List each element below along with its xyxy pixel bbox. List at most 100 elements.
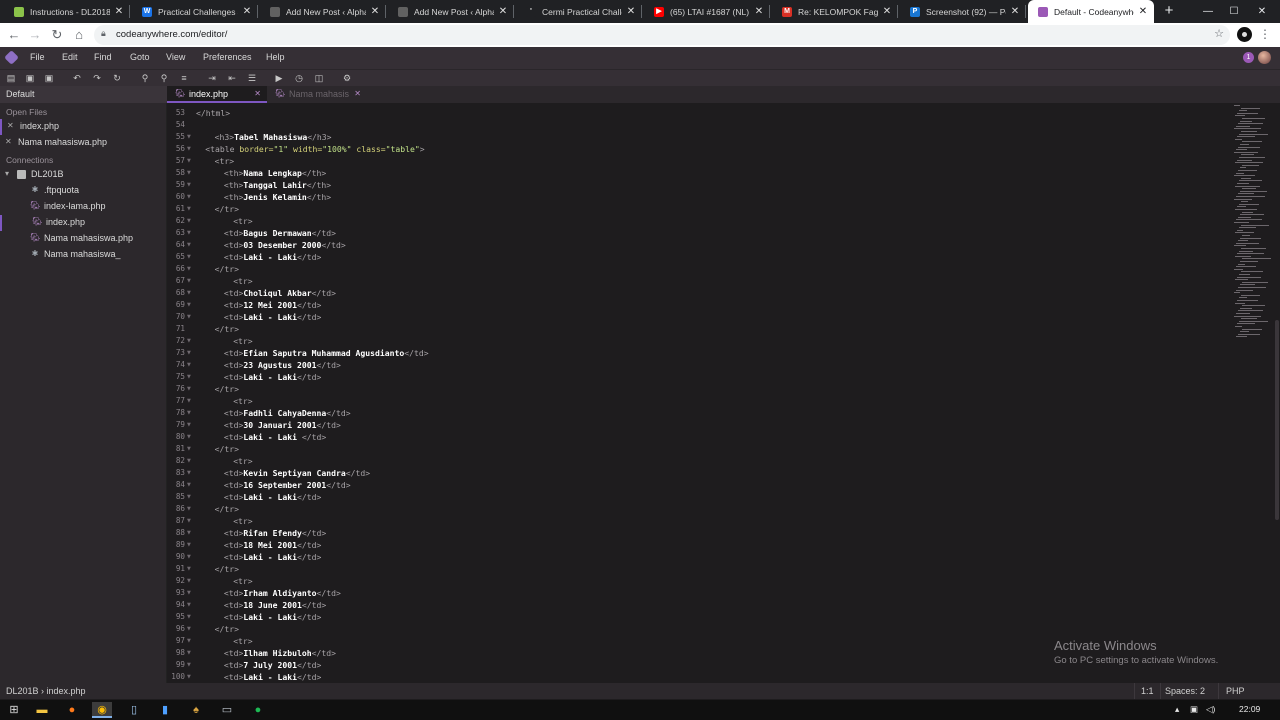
window-close-button[interactable]: ✕ xyxy=(1250,0,1274,23)
code-line[interactable]: <td>Choliqul Akbar</td> xyxy=(224,288,336,298)
code-line[interactable]: <td>18 June 2001</td> xyxy=(224,600,326,610)
fold-chevron-icon[interactable]: ▼ xyxy=(187,650,191,656)
code-line[interactable]: <tr> xyxy=(233,456,253,466)
close-icon[interactable]: ✕ xyxy=(370,6,380,17)
network-app-icon[interactable]: ▭ xyxy=(217,702,237,718)
code-line[interactable]: <td>Irham Aldiyanto</td> xyxy=(224,588,341,598)
fold-chevron-icon[interactable]: ▼ xyxy=(187,434,191,440)
tree-file[interactable]: ✱ .ftpquota xyxy=(0,183,166,199)
code-line[interactable]: <td>03 Desember 2000</td> xyxy=(224,240,346,250)
fold-chevron-icon[interactable]: ▼ xyxy=(187,290,191,296)
document-icon[interactable]: ▮ xyxy=(155,702,175,718)
close-icon[interactable]: ✕ xyxy=(498,6,508,17)
fold-chevron-icon[interactable]: ▼ xyxy=(187,182,191,188)
cursor-position[interactable]: 1:1 xyxy=(1141,686,1154,696)
minimap[interactable] xyxy=(1232,103,1272,363)
code-line[interactable]: <tr> xyxy=(233,336,253,346)
fold-chevron-icon[interactable]: ▼ xyxy=(187,242,191,248)
code-line[interactable]: <tr> xyxy=(233,276,253,286)
tree-root-dl201b[interactable]: ▾ DL201B xyxy=(0,167,166,183)
close-icon[interactable]: ✕ xyxy=(7,121,14,130)
history-icon[interactable]: ◷ xyxy=(293,72,305,84)
indent-setting[interactable]: Spaces: 2 xyxy=(1165,686,1205,696)
code-line[interactable]: </tr> xyxy=(215,624,239,634)
code-line[interactable]: <td>23 Agustus 2001</td> xyxy=(224,360,341,370)
browser-tab[interactable]: W Practical Challenges #2 ✕ xyxy=(132,0,258,23)
browser-tab[interactable]: ▶ (65) LTAI #1687 (NL) Si ✕ xyxy=(644,0,770,23)
close-icon[interactable]: ✕ xyxy=(5,137,12,146)
open-file-nama-mahasiswa[interactable]: ✕ Nama mahasiswa.php xyxy=(0,135,166,151)
fold-chevron-icon[interactable]: ▼ xyxy=(187,230,191,236)
fold-chevron-icon[interactable]: ▼ xyxy=(187,578,191,584)
code-line[interactable]: <tr> xyxy=(233,516,253,526)
forward-icon[interactable]: → xyxy=(26,26,44,44)
code-line[interactable]: <td>Laki - Laki</td> xyxy=(224,672,321,682)
save-icon[interactable]: ▣ xyxy=(24,72,36,84)
maximize-button[interactable]: ☐ xyxy=(1222,0,1246,23)
windows-start-icon[interactable]: ⊞ xyxy=(4,702,24,718)
find-replace-icon[interactable]: ⚲ xyxy=(158,72,170,84)
fold-chevron-icon[interactable]: ▼ xyxy=(187,206,191,212)
code-line[interactable]: <tr> xyxy=(233,636,253,646)
fold-chevron-icon[interactable]: ▼ xyxy=(187,158,191,164)
fold-chevron-icon[interactable]: ▼ xyxy=(187,566,191,572)
browser-tab[interactable]: Instructions - DL2018 - ✕ xyxy=(4,0,130,23)
code-line[interactable]: <td>Laki - Laki</td> xyxy=(224,312,321,322)
new-file-icon[interactable]: ▤ xyxy=(5,72,17,84)
browser-menu-icon[interactable]: ⋮ xyxy=(1259,26,1271,42)
code-line[interactable]: <th>Tanggal Lahir</th> xyxy=(224,180,331,190)
code-line[interactable]: <tr> xyxy=(233,396,253,406)
outdent-icon[interactable]: ⇤ xyxy=(226,72,238,84)
fold-chevron-icon[interactable]: ▼ xyxy=(187,314,191,320)
code-line[interactable]: <td>7 July 2001</td> xyxy=(224,660,321,670)
fold-chevron-icon[interactable]: ▼ xyxy=(187,170,191,176)
fold-chevron-icon[interactable]: ▼ xyxy=(187,446,191,452)
code-line[interactable]: <td>Laki - Laki</td> xyxy=(224,372,321,382)
tray-chevron-icon[interactable]: ▴ xyxy=(1175,704,1179,715)
close-icon[interactable]: ✕ xyxy=(114,6,124,17)
browser-tab[interactable]: M Re: KELOMPOK Fagrae ✕ xyxy=(772,0,898,23)
code-line[interactable]: </tr> xyxy=(215,324,239,334)
fold-chevron-icon[interactable]: ▼ xyxy=(187,134,191,140)
fold-chevron-icon[interactable]: ▼ xyxy=(187,542,191,548)
fold-chevron-icon[interactable]: ▼ xyxy=(187,518,191,524)
network-icon[interactable]: ▣ xyxy=(1190,704,1198,715)
code-line[interactable]: <td>Laki - Laki</td> xyxy=(224,252,321,262)
reload-icon[interactable]: ↻ xyxy=(48,26,66,44)
clock[interactable]: 22:09 xyxy=(1239,704,1260,714)
breadcrumb[interactable]: DL201B › index.php xyxy=(6,686,86,696)
fold-chevron-icon[interactable]: ▼ xyxy=(187,254,191,260)
editor-tab-index[interactable]: 🐘︎ index.php ✕ xyxy=(167,86,267,103)
app-icon[interactable]: ♠ xyxy=(186,702,206,718)
vertical-scrollbar[interactable] xyxy=(1275,320,1279,520)
spotify-icon[interactable]: ● xyxy=(248,702,268,718)
file-explorer-icon[interactable]: ▬ xyxy=(32,702,52,718)
save-all-icon[interactable]: ▣ xyxy=(43,72,55,84)
close-icon[interactable]: ✕ xyxy=(626,6,636,17)
fold-chevron-icon[interactable]: ▼ xyxy=(187,218,191,224)
editor-tab-nama-mahasiswa[interactable]: 🐘︎ Nama mahasis ✕ xyxy=(267,86,367,103)
menu-file[interactable]: File xyxy=(30,52,45,62)
code-line[interactable]: </tr> xyxy=(215,504,239,514)
bookmark-star-icon[interactable]: ☆ xyxy=(1214,27,1224,40)
code-line[interactable]: <td>30 Januari 2001</td> xyxy=(224,420,341,430)
fold-chevron-icon[interactable]: ▼ xyxy=(187,422,191,428)
fold-chevron-icon[interactable]: ▼ xyxy=(187,410,191,416)
code-line[interactable]: <th>Nama Lengkap</th> xyxy=(224,168,326,178)
browser-tab[interactable]: Add New Post ‹ Alphab ✕ xyxy=(260,0,386,23)
fold-chevron-icon[interactable]: ▼ xyxy=(187,146,191,152)
code-line[interactable]: </tr> xyxy=(215,264,239,274)
firefox-icon[interactable]: ● xyxy=(62,702,82,718)
fold-chevron-icon[interactable]: ▼ xyxy=(187,470,191,476)
menu-edit[interactable]: Edit xyxy=(62,52,78,62)
code-line[interactable]: <td>18 Mei 2001</td> xyxy=(224,540,321,550)
code-line[interactable]: </html> xyxy=(196,108,230,118)
code-line[interactable]: </tr> xyxy=(215,444,239,454)
chrome-icon[interactable]: ◉ xyxy=(92,702,112,718)
code-line[interactable]: <td>Laki - Laki</td> xyxy=(224,492,321,502)
fold-chevron-icon[interactable]: ▼ xyxy=(187,482,191,488)
notepad-icon[interactable]: ▯ xyxy=(124,702,144,718)
fold-chevron-icon[interactable]: ▼ xyxy=(187,302,191,308)
code-editor[interactable] xyxy=(197,103,1232,683)
code-line[interactable]: <h3>Tabel Mahasiswa</h3> xyxy=(215,132,332,142)
